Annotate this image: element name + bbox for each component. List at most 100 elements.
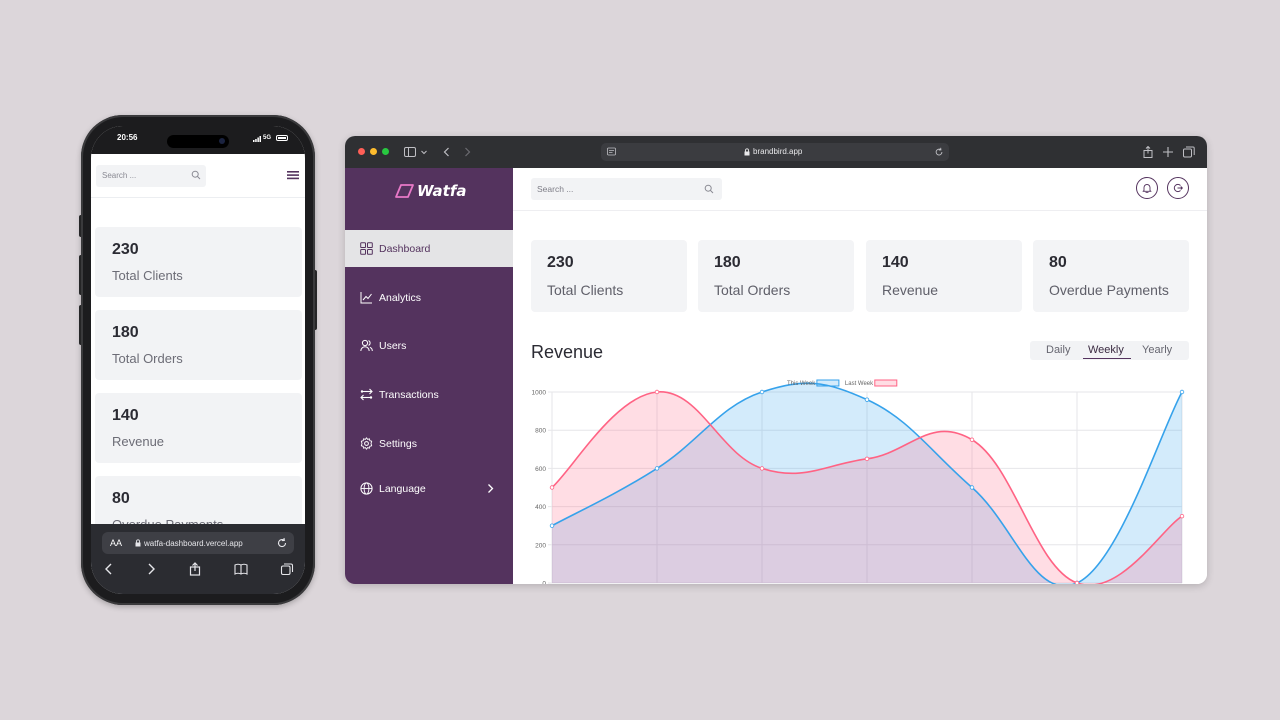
chevron-down-icon[interactable] xyxy=(420,146,428,158)
data-point xyxy=(864,397,870,402)
sidebar-item-label: Users xyxy=(379,340,407,352)
minimize-window-button[interactable] xyxy=(370,148,377,155)
sidebar-item-language[interactable]: Language xyxy=(345,470,513,507)
browser-url-text: brandbird.app xyxy=(753,147,803,156)
browser-address-bar[interactable]: brandbird.app xyxy=(601,143,949,161)
active-tab-indicator xyxy=(1083,358,1131,359)
signal-icon xyxy=(253,136,261,142)
hamburger-menu-icon[interactable] xyxy=(286,169,300,181)
revenue-chart: 0 200 400 600 800 1000 This Week Last Week xyxy=(532,379,1185,584)
page-menu-icon[interactable] xyxy=(607,147,616,157)
brand-mark-icon xyxy=(395,184,414,198)
phone-status-time: 20:56 xyxy=(117,133,138,142)
sidebar-toggle-icon[interactable] xyxy=(404,146,416,158)
data-point xyxy=(864,456,870,462)
data-point xyxy=(549,485,555,490)
stat-card-clients: 230 Total Clients xyxy=(531,240,687,312)
notifications-button[interactable] xyxy=(1136,177,1158,199)
new-tab-icon[interactable] xyxy=(1162,146,1174,158)
users-icon xyxy=(360,339,373,352)
data-point xyxy=(969,437,975,442)
bookmarks-icon[interactable] xyxy=(234,562,248,576)
data-point xyxy=(1179,389,1185,395)
stat-card-overdue: 80 Overdue Payments xyxy=(1033,240,1189,312)
stat-label: Revenue xyxy=(882,282,939,298)
phone-header-divider xyxy=(91,197,305,198)
sidebar-item-label: Dashboard xyxy=(379,243,431,255)
data-point xyxy=(969,485,975,490)
y-tick-label: 600 xyxy=(535,466,546,473)
tab-overview-icon[interactable] xyxy=(1183,146,1195,158)
legend-swatch xyxy=(874,379,898,387)
forward-icon[interactable] xyxy=(461,146,473,158)
data-point xyxy=(654,389,660,395)
tab-weekly[interactable]: Weekly xyxy=(1088,344,1124,356)
logout-button[interactable] xyxy=(1167,177,1189,199)
sidebar-item-label: Language xyxy=(379,483,426,495)
stat-value: 80 xyxy=(112,490,130,507)
safari-bottom-bar: AA watfa-dashboard.vercel.app xyxy=(91,524,305,594)
transactions-icon xyxy=(360,388,373,401)
chevron-right-icon xyxy=(488,484,494,493)
tabs-icon[interactable] xyxy=(280,562,294,576)
sidebar-item-settings[interactable]: Settings xyxy=(345,425,513,462)
back-icon[interactable] xyxy=(102,562,116,576)
maximize-window-button[interactable] xyxy=(382,148,389,155)
phone-stat-card-orders: 180 Total Orders xyxy=(95,310,302,380)
share-icon[interactable] xyxy=(188,562,202,576)
close-window-button[interactable] xyxy=(358,148,365,155)
data-point xyxy=(1074,580,1080,584)
search-icon xyxy=(704,184,714,194)
period-tabs: Daily Weekly Yearly xyxy=(1030,341,1189,360)
browser-toolbar: brandbird.app xyxy=(345,136,1207,168)
reload-icon[interactable] xyxy=(276,537,288,549)
lock-icon xyxy=(744,148,750,156)
data-point xyxy=(759,389,765,395)
tab-daily[interactable]: Daily xyxy=(1046,344,1070,356)
forward-icon[interactable] xyxy=(144,562,158,576)
globe-icon xyxy=(360,482,373,495)
phone-screen: 20:56 5G Search ... 230 Total Clients 18… xyxy=(91,126,305,594)
reload-icon[interactable] xyxy=(934,147,944,157)
sidebar-item-transactions[interactable]: Transactions xyxy=(345,376,513,413)
tab-yearly[interactable]: Yearly xyxy=(1142,344,1172,356)
phone-address-bar[interactable]: AA watfa-dashboard.vercel.app xyxy=(102,532,294,554)
gear-icon xyxy=(360,437,373,450)
phone-stat-card-revenue: 140 Revenue xyxy=(95,393,302,463)
sidebar-item-analytics[interactable]: Analytics xyxy=(345,279,513,316)
stat-label: Total Clients xyxy=(547,282,624,298)
back-icon[interactable] xyxy=(441,146,453,158)
browser-window: brandbird.app Watfa Dashboard Analytics … xyxy=(345,136,1207,584)
lock-icon xyxy=(135,539,141,547)
stat-value: 230 xyxy=(112,241,139,258)
phone-stat-card-clients: 230 Total Clients xyxy=(95,227,302,297)
y-tick-label: 1000 xyxy=(532,390,547,397)
line-chart-icon xyxy=(360,292,372,304)
stat-value: 180 xyxy=(112,324,139,341)
stat-card-revenue: 140 Revenue xyxy=(866,240,1022,312)
data-point xyxy=(549,523,555,528)
stat-value: 140 xyxy=(882,254,909,271)
search-input[interactable]: Search ... xyxy=(531,178,722,200)
phone-search-input[interactable]: Search ... xyxy=(96,165,206,187)
brand-name: Watfa xyxy=(417,182,467,200)
y-tick-label: 400 xyxy=(535,504,546,511)
stat-value: 140 xyxy=(112,407,139,424)
logout-icon xyxy=(1173,183,1183,193)
stat-value: 80 xyxy=(1049,254,1067,271)
sidebar-item-dashboard[interactable]: Dashboard xyxy=(345,230,513,267)
reader-aa-button[interactable]: AA xyxy=(110,538,122,548)
sidebar-item-users[interactable]: Users xyxy=(345,327,513,364)
bell-icon xyxy=(1142,184,1152,193)
search-placeholder: Search ... xyxy=(537,184,574,194)
y-tick-label: 800 xyxy=(535,428,546,435)
sidebar-item-label: Analytics xyxy=(379,292,422,304)
share-icon[interactable] xyxy=(1142,146,1154,158)
battery-icon xyxy=(276,135,288,141)
main-content: Search ... 230 Total Clients 180 Total O… xyxy=(513,168,1207,584)
sidebar-item-label: Settings xyxy=(379,438,417,450)
legend-label: Last Week xyxy=(845,381,874,387)
front-camera xyxy=(219,138,225,144)
phone-url-text: watfa-dashboard.vercel.app xyxy=(144,539,243,548)
stat-label: Total Clients xyxy=(112,268,183,283)
